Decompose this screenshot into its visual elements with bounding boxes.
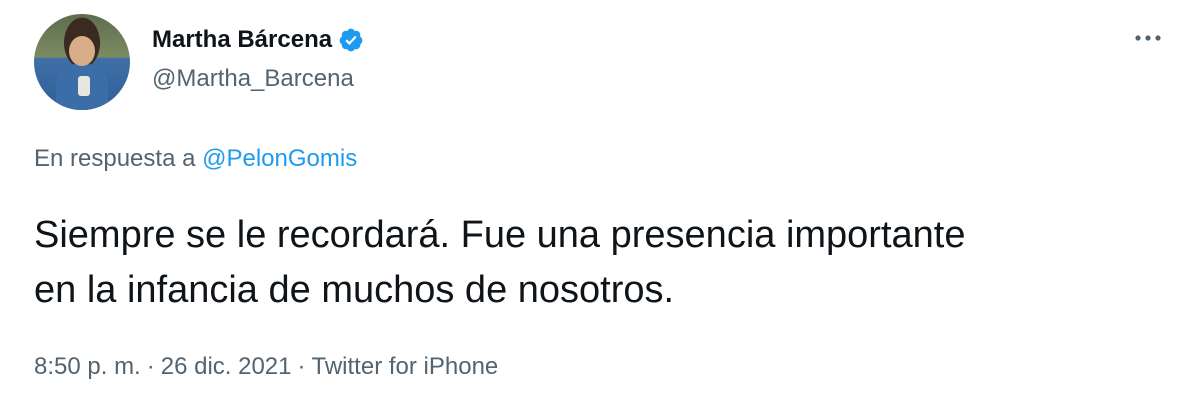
tweet-metadata: 8:50 p. m. · 26 dic. 2021 · Twitter for iPho… <box>34 352 498 382</box>
reply-context: En respuesta a @PelonGomis <box>34 144 357 174</box>
tweet-card: Martha Bárcena @Martha_Barcena En respue… <box>0 0 1200 408</box>
reply-to-handle-link[interactable]: @PelonGomis <box>202 145 357 172</box>
tweet-text: Siempre se le recordará. Fue una presenc… <box>34 208 1174 318</box>
meta-separator: · <box>297 353 306 380</box>
more-options-icon <box>1135 35 1161 41</box>
meta-separator: · <box>146 353 155 380</box>
author-handle[interactable]: @Martha_Barcena <box>152 64 354 94</box>
verified-badge-icon <box>338 27 364 53</box>
avatar-held-item-shape <box>78 76 90 96</box>
avatar[interactable] <box>34 14 130 110</box>
tweet-text-line-1: Siempre se le recordará. Fue una presenc… <box>34 214 966 256</box>
more-options-button[interactable] <box>1128 26 1168 50</box>
tweet-text-line-2: en la infancia de muchos de nosotros. <box>34 269 675 311</box>
reply-prefix: En respuesta a <box>34 145 196 172</box>
tweet-date-link[interactable]: 26 dic. 2021 <box>161 353 292 380</box>
author-name-row[interactable]: Martha Bárcena <box>152 24 364 56</box>
tweet-source-link[interactable]: Twitter for iPhone <box>312 353 499 380</box>
avatar-face-shape <box>69 36 95 66</box>
author-name[interactable]: Martha Bárcena <box>152 25 332 55</box>
tweet-time-link[interactable]: 8:50 p. m. <box>34 353 141 380</box>
